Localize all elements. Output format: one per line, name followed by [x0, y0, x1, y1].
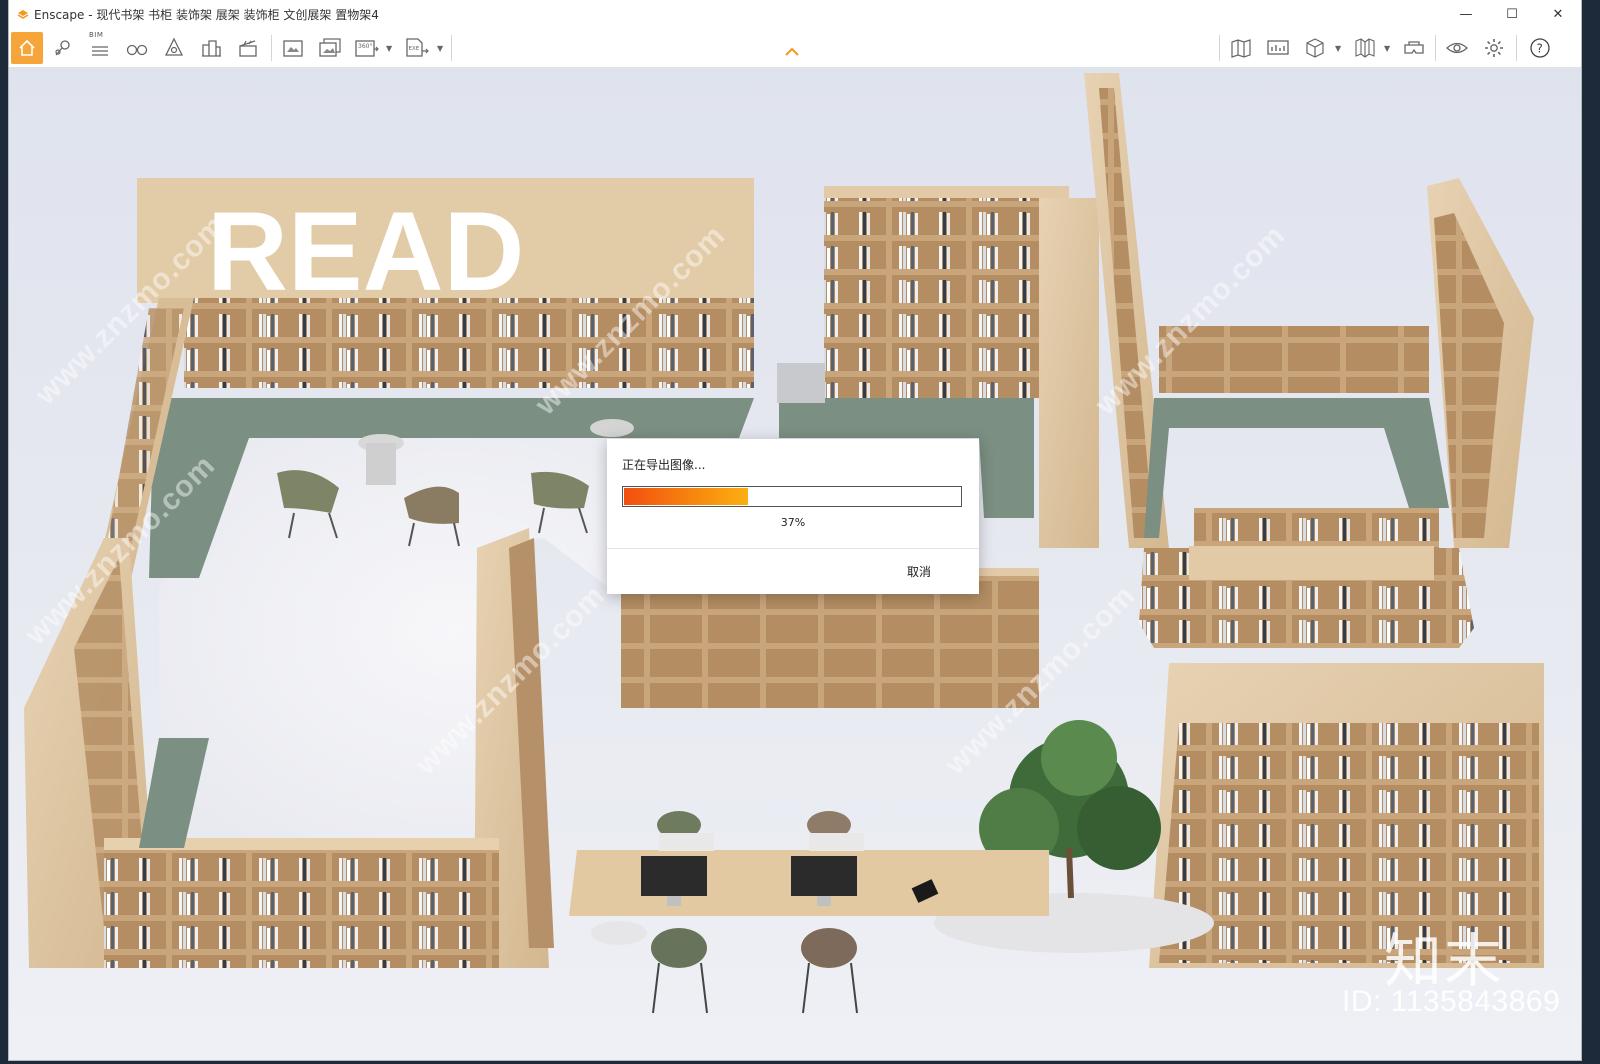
help-button[interactable]: ? — [1524, 32, 1556, 64]
home-icon — [19, 39, 35, 56]
views-button[interactable] — [121, 32, 153, 64]
map-icon — [1231, 39, 1251, 58]
dialog-divider — [607, 548, 979, 549]
help-icon: ? — [1530, 38, 1550, 58]
vr-headset-icon — [1404, 41, 1424, 54]
panorama-dropdown-caret[interactable]: ▼ — [386, 44, 392, 53]
panorama-button[interactable]: 360° — [351, 32, 383, 64]
cancel-button[interactable]: 取消 — [907, 563, 931, 580]
monitor-icon — [1267, 40, 1289, 55]
map-button[interactable] — [1225, 32, 1257, 64]
stool-1-body — [366, 443, 396, 485]
dialog-title: 正在导出图像... — [622, 458, 706, 472]
clapper-icon — [239, 40, 257, 57]
title-bar: Enscape - 现代书架 书柜 装饰架 展架 装饰柜 文创展架 置物架4 —… — [9, 0, 1581, 29]
video-editor-button[interactable] — [232, 32, 264, 64]
eye-icon — [1446, 42, 1468, 54]
toolbar-separator — [1435, 35, 1436, 61]
exe-export-button[interactable]: EXE — [401, 32, 433, 64]
toolbar-separator — [271, 35, 272, 61]
object-button[interactable] — [1299, 32, 1331, 64]
mid-side-panel — [1039, 198, 1099, 548]
batch-render-icon — [319, 38, 341, 57]
panorama-360-icon: 360° — [355, 40, 379, 57]
enscape-logo-icon — [17, 9, 29, 19]
desk-chair-back-1 — [657, 811, 714, 851]
progress-bar — [622, 486, 962, 507]
toolbar-separator — [1516, 35, 1517, 61]
binoculars-icon — [126, 44, 148, 56]
bim-button[interactable]: BIM — [84, 31, 116, 64]
batch-render-button[interactable] — [314, 32, 346, 64]
front-bookshelf — [104, 848, 499, 968]
vr-button[interactable] — [1398, 32, 1430, 64]
monitor-button[interactable] — [1262, 32, 1294, 64]
desk-pedestal — [591, 921, 647, 945]
object-dropdown-caret[interactable]: ▼ — [1335, 44, 1341, 53]
progress-fill — [624, 488, 748, 505]
atlas-dropdown-caret[interactable]: ▼ — [1384, 44, 1390, 53]
island-middle-tier — [1189, 546, 1434, 580]
settings-button[interactable] — [1478, 32, 1510, 64]
desk-chair-front-2 — [801, 928, 858, 1014]
cube-icon — [1306, 38, 1324, 58]
mid-upper-bookshelf — [824, 188, 1059, 398]
screenshot-icon — [283, 40, 303, 57]
exe-export-icon: EXE — [406, 38, 429, 57]
exe-label: EXE — [409, 46, 420, 52]
stool-2 — [590, 419, 634, 437]
mid-bench-cushion-block — [777, 363, 825, 403]
collapse-toolbar-icon[interactable] — [784, 46, 800, 58]
toolbar-separator — [1219, 35, 1220, 61]
map-pin-button[interactable] — [47, 32, 79, 64]
maximize-button[interactable]: ☐ — [1489, 0, 1535, 29]
export-progress-dialog: 正在导出图像... 37% 取消 — [607, 439, 979, 594]
right-back-shelf — [1159, 326, 1429, 393]
buildings-button[interactable] — [195, 32, 227, 64]
atlas-button[interactable] — [1349, 32, 1381, 64]
buildings-icon — [202, 40, 221, 57]
perspective-button[interactable] — [158, 32, 190, 64]
mid-bench-side — [979, 438, 1034, 518]
bim-list-icon — [92, 46, 108, 56]
bim-label: BIM — [89, 31, 104, 39]
toolbar-separator — [451, 35, 452, 61]
progress-percent: 37% — [780, 516, 806, 529]
close-button[interactable]: ✕ — [1535, 0, 1581, 29]
watermark-id: ID: 1135843869 — [1342, 985, 1561, 1018]
perspective-icon — [164, 37, 184, 56]
map-pin-icon — [55, 40, 70, 56]
export-dropdown-caret[interactable]: ▼ — [437, 44, 443, 53]
mid-upper-shelf-top — [824, 186, 1069, 198]
screenshot-button[interactable] — [277, 32, 309, 64]
desk-chair-back-2 — [807, 811, 864, 851]
panorama-label: 360° — [358, 43, 372, 50]
minimize-button[interactable]: — — [1443, 0, 1489, 29]
window-title: Enscape - 现代书架 书柜 装饰架 展架 装饰柜 文创展架 置物架4 — [34, 8, 379, 22]
help-label: ? — [1537, 42, 1543, 56]
atlas-icon — [1355, 38, 1375, 58]
visual-settings-button[interactable] — [1441, 32, 1473, 64]
home-button[interactable] — [11, 32, 43, 64]
desk-chair-front-1 — [651, 928, 708, 1014]
toolbar: BIM 360° ▼ EXE ▼ ▼ ▼ ? — [9, 29, 1581, 68]
gear-icon — [1485, 39, 1503, 57]
back-bookshelf — [184, 298, 754, 388]
mid-bench — [779, 398, 1034, 438]
app-window: Enscape - 现代书架 书柜 装饰架 展架 装饰柜 文创展架 置物架4 —… — [9, 0, 1581, 1060]
read-sign-text: READ — [207, 189, 524, 314]
